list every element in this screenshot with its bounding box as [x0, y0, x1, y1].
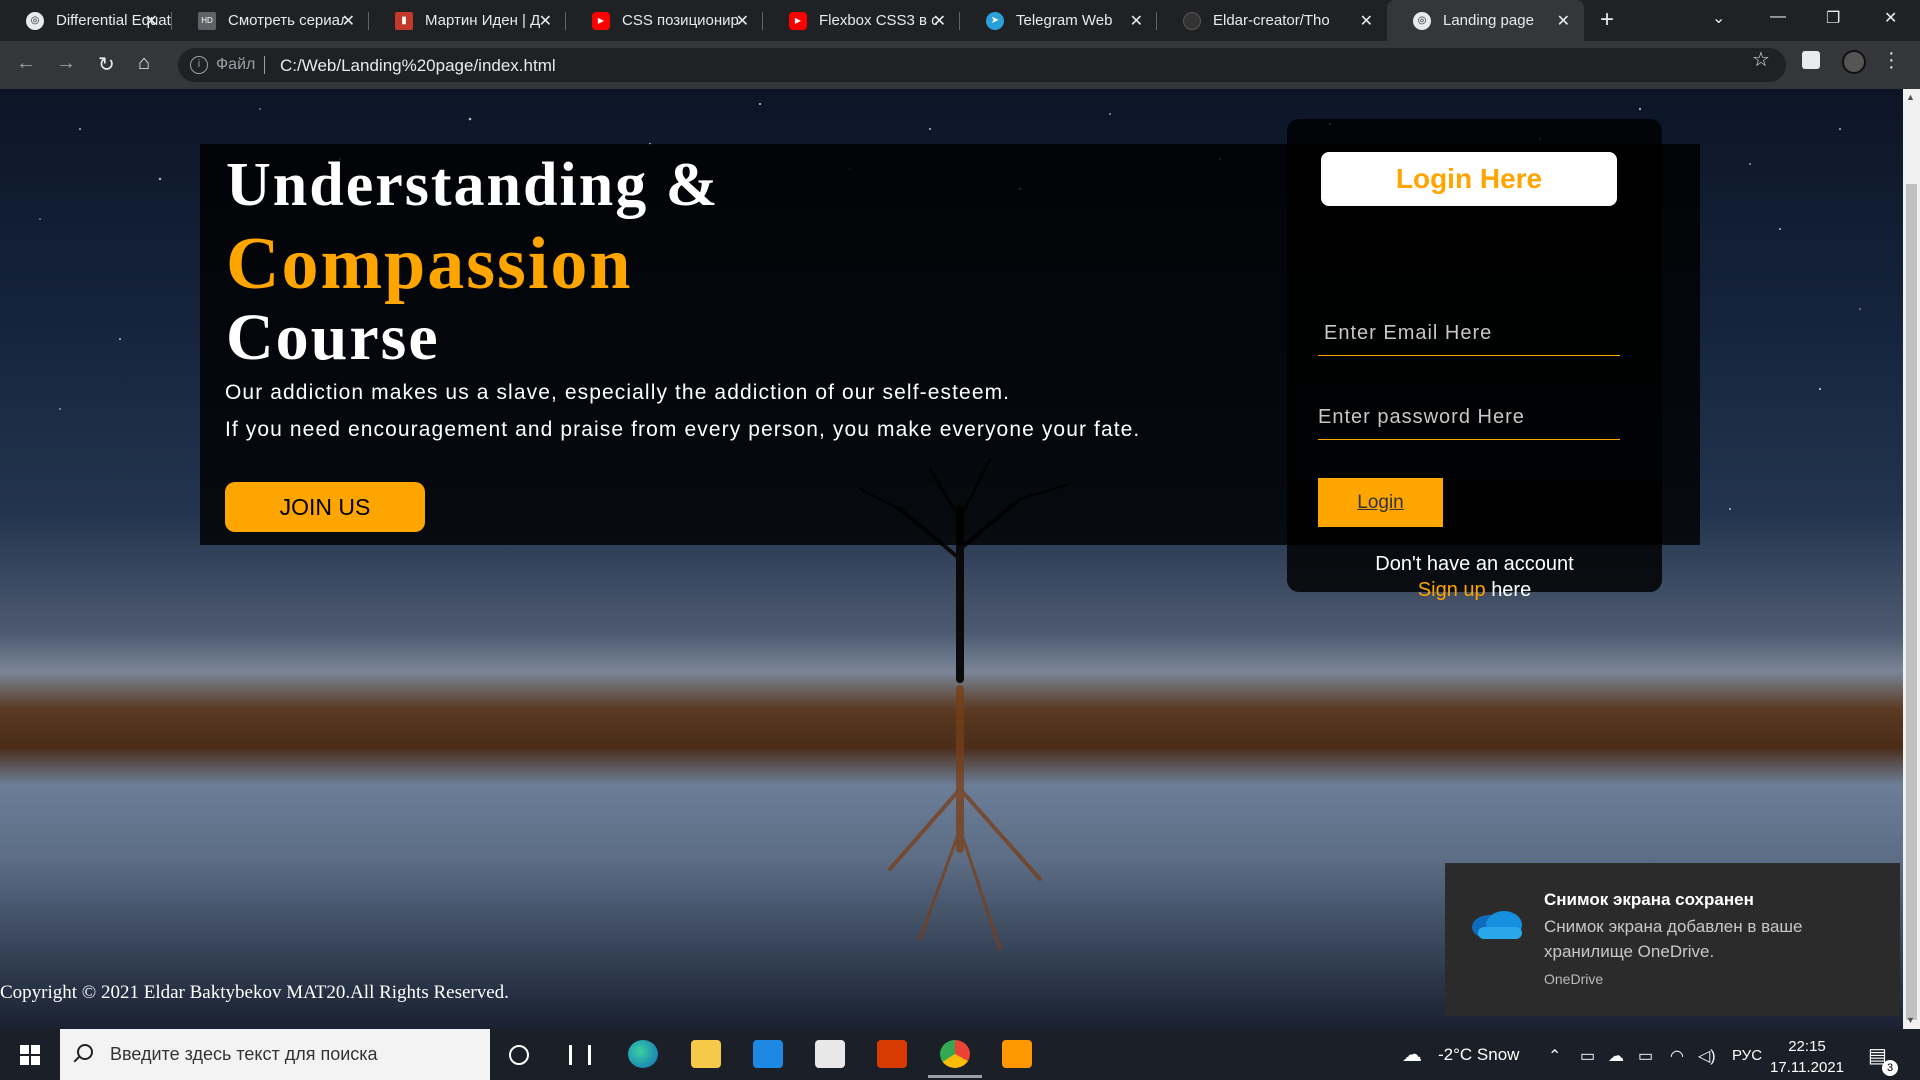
tab-5[interactable]: ▶ Flexbox CSS3 в о ✕ [763, 0, 960, 41]
join-us-button[interactable]: JOIN US [225, 482, 425, 532]
store-icon[interactable] [815, 1040, 845, 1068]
youtube-icon: ▶ [789, 11, 807, 30]
scroll-down-arrow-icon[interactable]: ▼ [1906, 1015, 1915, 1025]
notification-title: Снимок экрана сохранен [1544, 890, 1754, 909]
home-icon[interactable]: ⌂ [138, 52, 150, 75]
url-text[interactable]: C:/Web/Landing%20page/index.html [280, 56, 556, 76]
tab-4[interactable]: ▶ CSS позиционир ✕ [566, 0, 763, 41]
browser-toolbar: ← → ↻ ⌂ i Файл C:/Web/Landing%20page/ind… [0, 41, 1920, 89]
hero-paragraph-line-2: If you need encouragement and praise fro… [225, 418, 1141, 441]
close-icon[interactable]: ✕ [342, 11, 355, 31]
scroll-up-arrow-icon[interactable]: ▲ [1906, 92, 1915, 102]
extensions-puzzle-icon[interactable] [1802, 51, 1820, 69]
edge-icon[interactable] [628, 1040, 658, 1068]
github-icon [1183, 11, 1201, 30]
signup-prefix: Don't have an account [1375, 553, 1574, 575]
hero-title-line-3: Course [226, 301, 440, 374]
telegram-icon: ➤ [986, 11, 1004, 30]
tab-title: Telegram Web [1016, 12, 1113, 29]
language-indicator[interactable]: РУС [1732, 1047, 1762, 1064]
tab-title: Landing page [1443, 12, 1534, 29]
weather-text[interactable]: -2°C Snow [1438, 1045, 1519, 1065]
window-close-icon[interactable]: ✕ [1884, 8, 1897, 28]
notification-app-name: OneDrive [1544, 971, 1604, 987]
clock-time: 22:15 [1788, 1038, 1826, 1055]
copyright-footer: Copyright © 2021 Eldar Baktybekov MAT20.… [0, 982, 509, 1003]
close-icon[interactable]: ✕ [539, 11, 552, 31]
battery-icon[interactable]: ▭ [1638, 1046, 1653, 1066]
mail-icon[interactable] [753, 1040, 783, 1068]
scrollbar-thumb[interactable] [1906, 184, 1917, 1020]
login-title: Login Here [1321, 152, 1617, 206]
office-icon[interactable] [877, 1040, 907, 1068]
chevron-up-icon[interactable]: ⌃ [1548, 1046, 1561, 1066]
back-arrow-icon[interactable]: ← [16, 52, 36, 75]
bookmark-star-icon[interactable]: ☆ [1752, 47, 1770, 72]
password-field[interactable] [1318, 396, 1620, 440]
device-icon[interactable]: ▭ [1580, 1046, 1595, 1066]
tab-3[interactable]: ▮ Мартин Иден | Д ✕ [369, 0, 566, 41]
tab-title: CSS позиционир [622, 12, 739, 29]
onedrive-tray-icon[interactable]: ☁ [1608, 1046, 1624, 1066]
new-tab-button[interactable]: + [1600, 6, 1614, 34]
signup-suffix: here [1491, 579, 1532, 601]
wifi-icon[interactable]: ◠ [1670, 1046, 1684, 1066]
forward-arrow-icon[interactable]: → [56, 52, 76, 75]
tab-2[interactable]: HD Смотреть сериал ✕ [172, 0, 369, 41]
tab-title: Мартин Иден | Д [425, 12, 541, 29]
login-button[interactable]: Login [1318, 478, 1443, 527]
youtube-icon: ▶ [592, 11, 610, 30]
hd-icon: HD [198, 11, 216, 30]
tab-7[interactable]: Eldar-creator/Tho ✕ [1157, 0, 1387, 41]
tab-title: Flexbox CSS3 в о [819, 12, 937, 29]
globe-icon: ◎ [26, 11, 44, 30]
close-icon[interactable]: ✕ [1557, 11, 1570, 31]
onedrive-cloud-icon [1472, 911, 1522, 939]
taskbar-clock[interactable]: 22:15 17.11.2021 [1762, 1036, 1852, 1078]
hero-title-line-2: Compassion [226, 223, 633, 305]
sublime-text-icon[interactable] [1002, 1040, 1032, 1068]
tab-6[interactable]: ➤ Telegram Web ✕ [960, 0, 1157, 41]
close-icon[interactable]: ✕ [1360, 11, 1373, 31]
file-explorer-icon[interactable] [691, 1040, 721, 1068]
signup-prompt: Don't have an account Sign up here [1287, 551, 1662, 603]
close-icon[interactable]: ✕ [1130, 11, 1143, 31]
weather-snow-icon[interactable]: ☁ [1402, 1042, 1422, 1067]
volume-icon[interactable]: ◁) [1698, 1046, 1716, 1066]
minimize-icon[interactable]: — [1770, 8, 1786, 26]
taskbar-search-placeholder: Введите здесь текст для поиска [110, 1044, 378, 1064]
address-separator [264, 56, 265, 74]
cortana-icon[interactable] [509, 1045, 529, 1065]
info-icon[interactable]: i [190, 56, 208, 74]
hero-paragraph-line-1: Our addiction makes us a slave, especial… [225, 381, 1011, 404]
chrome-icon[interactable] [928, 1040, 982, 1078]
book-icon: ▮ [395, 11, 413, 30]
close-icon[interactable]: ✕ [736, 11, 749, 31]
tab-title: Смотреть сериал [228, 12, 346, 29]
clock-date: 17.11.2021 [1770, 1059, 1844, 1076]
tab-landing-page[interactable]: ◎ Landing page ✕ [1387, 0, 1584, 41]
reload-icon[interactable]: ↻ [98, 52, 115, 77]
notification-count-badge: 3 [1882, 1060, 1898, 1076]
address-bar[interactable]: i Файл C:/Web/Landing%20page/index.html [178, 48, 1786, 82]
globe-icon: ◎ [1413, 11, 1431, 30]
windows-start-icon[interactable] [20, 1045, 40, 1065]
close-icon[interactable]: ✕ [145, 11, 158, 31]
tab-1[interactable]: ◎ Differential Equat ✕ [0, 0, 172, 41]
tab-title: Eldar-creator/Tho [1213, 12, 1330, 29]
email-field[interactable] [1318, 312, 1620, 356]
notification-body: Снимок экрана добавлен в ваше хранилище … [1544, 917, 1803, 961]
profile-avatar[interactable] [1842, 50, 1866, 74]
signup-link[interactable]: Sign up [1418, 579, 1486, 601]
task-view-icon[interactable] [569, 1045, 591, 1065]
close-icon[interactable]: ✕ [933, 11, 946, 31]
tab-search-icon[interactable]: ⌄ [1712, 8, 1725, 28]
hero-title-line-1: Understanding & [226, 151, 720, 219]
kebab-menu-icon[interactable]: · · · [1888, 43, 1895, 77]
scheme-label: Файл [216, 56, 256, 73]
restore-icon[interactable]: ❐ [1826, 8, 1840, 28]
